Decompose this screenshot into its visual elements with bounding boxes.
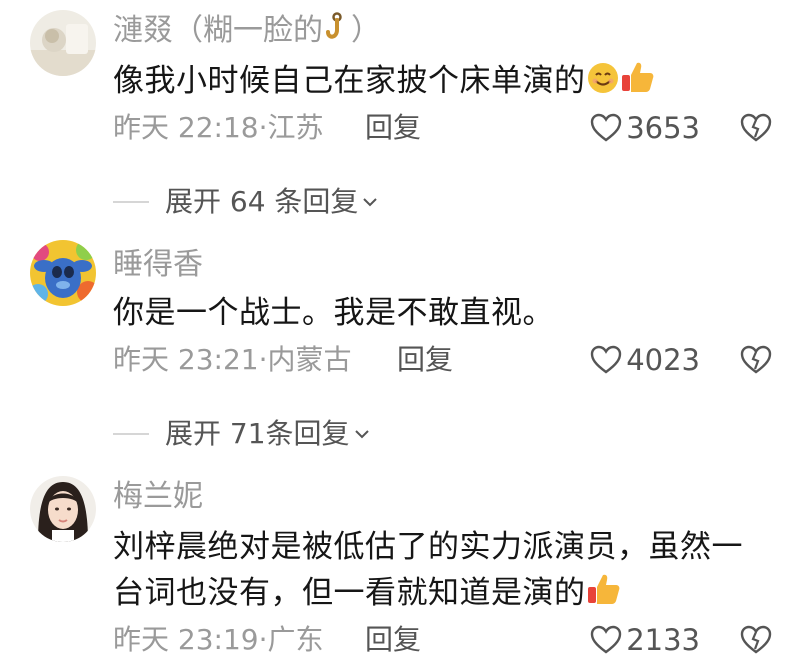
like-count: 3653 [626, 111, 700, 145]
comment-body: 刘梓晨绝对是被低估了的实力派演员，虽然一台词也没有，但一看就知道是演的 [113, 529, 743, 611]
divider-line [113, 433, 149, 435]
expand-replies: 展开 64 条回复 [113, 182, 380, 222]
reply-button[interactable]: 回复 [397, 340, 453, 380]
comment-text: 刘梓晨绝对是被低估了的实力派演员，虽然一台词也没有，但一看就知道是演的 [113, 524, 763, 620]
expand-replies-button[interactable]: 展开 71条回复 [165, 414, 372, 454]
like-button[interactable]: 4023 [590, 340, 700, 380]
username[interactable]: 漣叕（糊一脸的 ） [113, 12, 381, 54]
comment-text: 像我小时候自己在家披个床单演的 [113, 58, 773, 108]
comment-body: 像我小时候自己在家披个床单演的 [113, 63, 586, 99]
smiling-face-icon [586, 61, 620, 108]
expand-replies: 展开 71条回复 [113, 414, 372, 454]
expand-label: 展开 64 条回复 [165, 185, 359, 218]
like-count: 2133 [626, 623, 700, 657]
chevron-down-icon [363, 198, 378, 207]
username-text: 睡得香 [113, 247, 203, 282]
heart-icon [590, 625, 622, 654]
expand-label: 展开 71条回复 [165, 417, 350, 450]
time-location: 昨天 22:18·江苏 [113, 111, 324, 144]
reply-button[interactable]: 回复 [365, 108, 421, 148]
like-button[interactable]: 3653 [590, 108, 700, 148]
hook-icon [325, 12, 349, 54]
heart-icon [590, 113, 622, 142]
dislike-heart-icon[interactable] [740, 624, 772, 656]
avatar[interactable] [30, 10, 96, 76]
comment-meta: 昨天 22:18·江苏 回复 3653 [113, 108, 772, 148]
divider-line [113, 201, 149, 203]
reply-button[interactable]: 回复 [365, 620, 421, 660]
username-text: 梅兰妮 [113, 479, 203, 514]
thumbs-up-icon [586, 571, 622, 620]
expand-replies-button[interactable]: 展开 64 条回复 [165, 182, 380, 222]
avatar[interactable] [30, 240, 96, 306]
username[interactable]: 梅兰妮 [113, 478, 203, 516]
time-location: 昨天 23:19·广东 [113, 623, 324, 656]
avatar[interactable] [30, 476, 96, 542]
heart-icon [590, 345, 622, 374]
chevron-down-icon [354, 430, 369, 439]
dislike-heart-icon[interactable] [740, 344, 772, 376]
comment-text: 你是一个战士。我是不敢直视。 [113, 290, 773, 336]
like-count: 4023 [626, 343, 700, 377]
username-text: 漣叕（糊一脸的 [113, 13, 323, 48]
comment-meta: 昨天 23:21·内蒙古 回复 4023 [113, 340, 772, 380]
username[interactable]: 睡得香 [113, 246, 203, 284]
time-location: 昨天 23:21·内蒙古 [113, 343, 352, 376]
username-suffix: ） [351, 13, 381, 48]
comment-meta: 昨天 23:19·广东 回复 2133 [113, 620, 772, 660]
comment-body: 你是一个战士。我是不敢直视。 [113, 295, 554, 331]
like-button[interactable]: 2133 [590, 620, 700, 660]
thumbs-up-icon [620, 59, 656, 108]
dislike-heart-icon[interactable] [740, 112, 772, 144]
